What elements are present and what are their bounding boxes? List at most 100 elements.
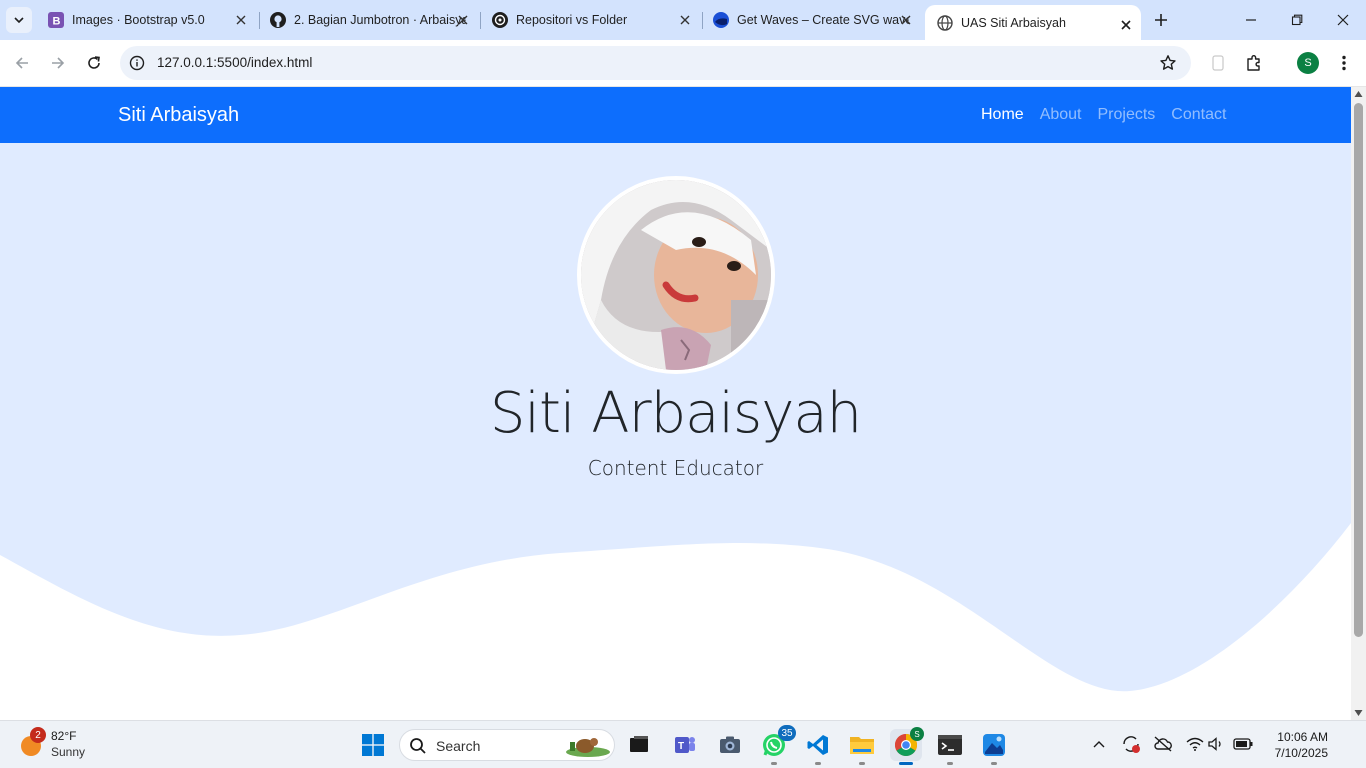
tab-title: UAS Siti Arbaisyah <box>961 15 1066 30</box>
tab-strip: B Images · Bootstrap v5.0 2. Bagian Jumb… <box>0 0 1366 40</box>
running-indicator <box>771 762 777 765</box>
nav-link-projects[interactable]: Projects <box>1098 106 1156 124</box>
back-button[interactable] <box>8 49 36 77</box>
hero-role: Content Educator <box>587 456 764 480</box>
forward-button[interactable] <box>44 49 72 77</box>
chrome-button[interactable]: S <box>890 727 924 765</box>
close-icon[interactable] <box>234 13 248 27</box>
bookmark-star-icon[interactable] <box>1159 54 1177 72</box>
weather-widget[interactable]: 2 82°F Sunny <box>18 727 138 763</box>
restore-button[interactable] <box>1274 0 1320 40</box>
nav-link-about[interactable]: About <box>1040 106 1082 124</box>
teams-button[interactable]: T <box>669 729 701 761</box>
cloud-status-button[interactable] <box>1152 733 1174 755</box>
tab-getwaves[interactable]: Get Waves – Create SVG waves <box>701 0 921 40</box>
close-icon <box>1337 14 1349 26</box>
clock-date: 7/10/2025 <box>1274 746 1328 760</box>
sync-status-button[interactable] <box>1120 733 1142 755</box>
search-highlight-icon <box>566 738 610 757</box>
scroll-down-arrow-icon[interactable] <box>1354 709 1363 717</box>
taskbar-search[interactable]: Search <box>399 729 615 761</box>
nav-links: Home About Projects Contact <box>981 106 1242 124</box>
restore-icon <box>1291 14 1303 26</box>
close-icon[interactable] <box>1119 18 1133 32</box>
terminal-button[interactable] <box>934 729 966 765</box>
tab-bootstrap[interactable]: B Images · Bootstrap v5.0 <box>36 0 256 40</box>
tab-chatgpt[interactable]: Repositori vs Folder <box>480 0 700 40</box>
tab-github[interactable]: 2. Bagian Jumbotron · Arbaisyah <box>258 0 478 40</box>
terminal-icon <box>938 735 962 755</box>
teams-icon: T <box>675 737 695 753</box>
svg-text:B: B <box>53 16 61 28</box>
battery-icon <box>1233 738 1253 750</box>
globe-icon <box>937 14 953 31</box>
running-indicator <box>859 762 865 765</box>
vscode-button[interactable] <box>802 729 834 765</box>
running-indicator <box>991 762 997 765</box>
close-window-button[interactable] <box>1320 0 1366 40</box>
running-indicator <box>947 762 953 765</box>
nav-link-contact[interactable]: Contact <box>1171 106 1226 124</box>
tab-title: Repositori vs Folder <box>516 13 628 27</box>
windows-taskbar: 2 82°F Sunny Search T 35 S 10:06 AM 7/10… <box>0 720 1366 768</box>
arrow-left-icon <box>15 57 28 69</box>
start-button[interactable] <box>357 729 389 761</box>
nav-link-home[interactable]: Home <box>981 106 1024 124</box>
more-vert-icon <box>1342 55 1346 71</box>
clock-time: 10:06 AM <box>1277 730 1328 744</box>
site-navbar: Siti Arbaisyah Home About Projects Conta… <box>0 87 1351 143</box>
tab-uas-active[interactable]: UAS Siti Arbaisyah <box>925 5 1141 40</box>
browser-toolbar: 127.0.0.1:5500/index.html S <box>0 40 1366 87</box>
weather-badge: 2 <box>30 727 46 743</box>
tab-search-button[interactable] <box>6 7 32 33</box>
cloud-off-icon <box>1154 736 1172 752</box>
battery-button[interactable] <box>1232 733 1254 755</box>
page-scrollbar[interactable] <box>1351 87 1366 720</box>
navbar-brand[interactable]: Siti Arbaisyah <box>118 104 239 127</box>
close-icon[interactable] <box>456 13 470 27</box>
photos-button[interactable] <box>978 729 1010 765</box>
taskview-icon <box>630 736 648 752</box>
profile-avatar[interactable]: S <box>1297 52 1319 74</box>
extensions-button[interactable] <box>1240 49 1268 77</box>
whatsapp-button[interactable]: 35 <box>758 725 796 765</box>
camera-icon <box>720 736 740 753</box>
speaker-icon <box>1208 737 1221 751</box>
url-text: 127.0.0.1:5500/index.html <box>157 55 313 70</box>
system-clock[interactable]: 10:06 AM 7/10/2025 <box>1262 729 1328 761</box>
scroll-up-arrow-icon[interactable] <box>1354 90 1363 98</box>
svg-text:T: T <box>678 741 684 752</box>
taskview-button[interactable] <box>623 729 655 761</box>
chevron-up-icon <box>1093 741 1105 748</box>
arrow-right-icon <box>52 57 65 69</box>
show-hidden-icons-button[interactable] <box>1088 733 1110 755</box>
wifi-icon <box>1186 737 1204 751</box>
address-bar[interactable]: 127.0.0.1:5500/index.html <box>120 46 1191 80</box>
chrome-profile-badge: S <box>910 727 924 741</box>
scrollbar-thumb[interactable] <box>1354 103 1363 637</box>
menu-button[interactable] <box>1330 49 1358 77</box>
bootstrap-icon: B <box>48 12 64 28</box>
file-explorer-button[interactable] <box>846 729 878 765</box>
sidepanel-icon <box>1212 55 1224 71</box>
tab-groups-button[interactable] <box>1204 49 1232 77</box>
folder-icon <box>850 737 874 754</box>
plus-icon <box>1155 14 1167 26</box>
puzzle-icon <box>1247 55 1260 71</box>
search-label: Search <box>436 738 481 754</box>
tab-title: Get Waves – Create SVG waves <box>737 13 909 27</box>
hero-jumbotron: Siti Arbaisyah Content Educator <box>0 143 1351 720</box>
close-icon[interactable] <box>678 13 692 27</box>
sync-alert-icon <box>1123 736 1140 753</box>
chatgpt-icon <box>492 12 508 28</box>
minimize-button[interactable] <box>1228 0 1274 40</box>
close-icon[interactable] <box>899 13 913 27</box>
github-icon <box>270 12 286 28</box>
wifi-button[interactable] <box>1184 733 1206 755</box>
volume-button[interactable] <box>1206 733 1228 755</box>
reload-button[interactable] <box>80 49 108 77</box>
camera-button[interactable] <box>714 729 746 761</box>
weather-condition: Sunny <box>51 745 86 759</box>
new-tab-button[interactable] <box>1150 9 1172 31</box>
info-icon[interactable] <box>129 55 145 71</box>
